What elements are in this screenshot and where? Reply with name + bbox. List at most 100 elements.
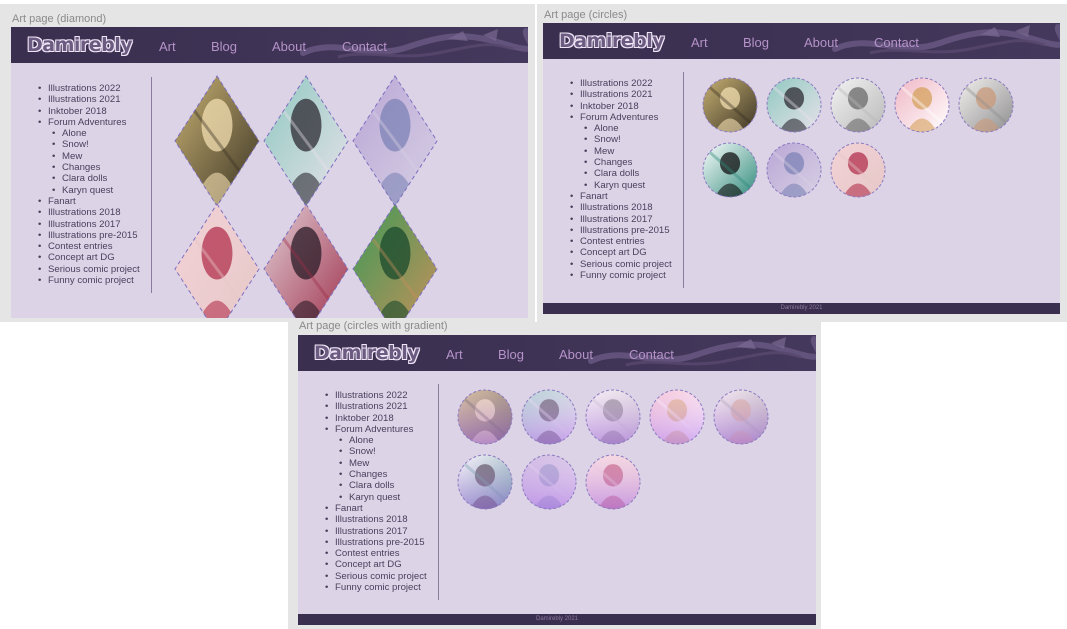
sidebar-item[interactable]: Illustrations 2018 (38, 207, 140, 219)
gallery-thumbnail-bunny-girl-teal[interactable] (521, 389, 577, 445)
gallery-thumbnail-abstract-gold[interactable] (702, 77, 758, 133)
sidebar-item-label[interactable]: Fanart (335, 503, 363, 514)
sidebar-subitem[interactable]: Clara dolls (52, 173, 140, 185)
sidebar-item-label[interactable]: Funny comic project (580, 270, 666, 281)
sidebar-item-label[interactable]: Forum Adventures (335, 424, 413, 435)
sidebar-item[interactable]: Contest entries (570, 236, 672, 248)
nav-link-about[interactable]: About (272, 39, 306, 54)
sidebar-item-label[interactable]: Serious comic project (335, 571, 427, 582)
sidebar-item[interactable]: Illustrations 2017 (570, 214, 672, 226)
nav-link-blog[interactable]: Blog (498, 347, 524, 362)
sidebar-item[interactable]: Concept art DG (570, 247, 672, 259)
sidebar-subitem-label[interactable]: Snow! (62, 139, 89, 150)
sidebar-item-label[interactable]: Concept art DG (48, 252, 115, 263)
sidebar-item[interactable]: Funny comic project (325, 582, 427, 594)
sidebar-item[interactable]: Illustrations 2018 (570, 202, 672, 214)
sidebar-item[interactable]: Illustrations 2021 (38, 94, 140, 106)
gallery-thumbnail-red-haired-girl[interactable] (174, 203, 260, 318)
sidebar-item-label[interactable]: Illustrations 2018 (335, 514, 408, 525)
gallery-thumbnail-purple-figure[interactable] (766, 142, 822, 198)
nav-link-about[interactable]: About (804, 35, 838, 50)
sidebar-item-label[interactable]: Illustrations 2021 (335, 401, 408, 412)
sidebar-item[interactable]: Illustrations 2018 (325, 514, 427, 526)
sidebar-subitem[interactable]: Alone (339, 435, 427, 447)
gallery-thumbnail-bunny-girl-teal[interactable] (766, 77, 822, 133)
gallery-thumbnail-dark-creatures[interactable] (702, 142, 758, 198)
sidebar-item-label[interactable]: Inktober 2018 (48, 106, 107, 117)
sidebar-item-label[interactable]: Contest entries (48, 241, 113, 252)
sidebar-item-label[interactable]: Illustrations 2017 (335, 526, 408, 537)
nav-link-blog[interactable]: Blog (211, 39, 237, 54)
sidebar-item-label[interactable]: Concept art DG (335, 559, 402, 570)
nav-link-contact[interactable]: Contact (629, 347, 674, 362)
sidebar-subitem-label[interactable]: Alone (594, 123, 619, 134)
gallery-thumbnail-green-girl[interactable] (352, 203, 438, 318)
sidebar-subitem[interactable]: Mew (339, 458, 427, 470)
sidebar-item[interactable]: Illustrations pre-2015 (38, 230, 140, 242)
gallery-thumbnail-pink-girl[interactable] (894, 77, 950, 133)
sidebar-item-label[interactable]: Illustrations pre-2015 (48, 230, 138, 241)
sidebar-item-label[interactable]: Illustrations 2022 (580, 78, 653, 89)
sidebar-subitem-label[interactable]: Changes (594, 157, 632, 168)
site-logo[interactable]: Damirebly (559, 30, 665, 52)
gallery-thumbnail-red-haired-girl[interactable] (585, 454, 641, 510)
sidebar-subitem[interactable]: Changes (339, 469, 427, 481)
site-logo[interactable]: Damirebly (27, 34, 133, 56)
sidebar-item[interactable]: Illustrations pre-2015 (570, 225, 672, 237)
sidebar-subitem-label[interactable]: Mew (594, 146, 614, 157)
sidebar-subitem[interactable]: Karyn quest (52, 185, 140, 197)
nav-link-blog[interactable]: Blog (743, 35, 769, 50)
sidebar-subitem-label[interactable]: Clara dolls (594, 168, 639, 179)
sidebar-item-label[interactable]: Illustrations 2017 (48, 219, 121, 230)
sidebar-subitem[interactable]: Snow! (52, 139, 140, 151)
sidebar-item-label[interactable]: Serious comic project (580, 259, 672, 270)
sidebar-subitem-label[interactable]: Alone (62, 128, 87, 139)
sidebar-item[interactable]: Illustrations 2022 (325, 390, 427, 402)
sidebar-item[interactable]: Forum AdventuresAloneSnow!MewChangesClar… (38, 117, 140, 196)
sidebar-item[interactable]: Forum AdventuresAloneSnow!MewChangesClar… (325, 424, 427, 503)
sidebar-subitem[interactable]: Changes (584, 157, 672, 169)
sidebar-item[interactable]: Concept art DG (325, 559, 427, 571)
sidebar-item-label[interactable]: Fanart (580, 191, 608, 202)
sidebar-item-label[interactable]: Illustrations 2018 (48, 207, 121, 218)
gallery-thumbnail-grey-rabbit[interactable] (585, 389, 641, 445)
nav-link-art[interactable]: Art (446, 347, 463, 362)
gallery-thumbnail-pink-girl[interactable] (649, 389, 705, 445)
gallery-thumbnail-dark-creatures[interactable] (457, 454, 513, 510)
gallery-thumbnail-abstract-gold[interactable] (174, 75, 260, 207)
sidebar-item-label[interactable]: Fanart (48, 196, 76, 207)
sidebar-item[interactable]: Serious comic project (38, 264, 140, 276)
sidebar-subitem[interactable]: Mew (584, 146, 672, 158)
sidebar-subitem[interactable]: Mew (52, 151, 140, 163)
sidebar-item-label[interactable]: Illustrations 2017 (580, 214, 653, 225)
sidebar-item-label[interactable]: Illustrations 2021 (48, 94, 121, 105)
sidebar-subitem[interactable]: Karyn quest (584, 180, 672, 192)
sidebar-item[interactable]: Illustrations 2022 (38, 83, 140, 95)
sidebar-item-label[interactable]: Illustrations 2018 (580, 202, 653, 213)
sidebar-item-label[interactable]: Inktober 2018 (335, 413, 394, 424)
sidebar-item[interactable]: Illustrations 2021 (325, 401, 427, 413)
sidebar-item[interactable]: Inktober 2018 (570, 101, 672, 113)
sidebar-item[interactable]: Fanart (38, 196, 140, 208)
sidebar-item[interactable]: Inktober 2018 (38, 106, 140, 118)
sidebar-item-label[interactable]: Inktober 2018 (580, 101, 639, 112)
sidebar-subitem[interactable]: Alone (584, 123, 672, 135)
sidebar-subitem-label[interactable]: Snow! (594, 134, 621, 145)
gallery-thumbnail-red-haired-girl[interactable] (830, 142, 886, 198)
sidebar-subitem-label[interactable]: Mew (62, 151, 82, 162)
sidebar-subitem-label[interactable]: Changes (349, 469, 387, 480)
sidebar-item-label[interactable]: Contest entries (580, 236, 645, 247)
sidebar-subitem[interactable]: Alone (52, 128, 140, 140)
sidebar-item[interactable]: Illustrations 2017 (38, 219, 140, 231)
sidebar-subitem-label[interactable]: Clara dolls (349, 480, 394, 491)
sidebar-subitem-label[interactable]: Karyn quest (594, 180, 645, 191)
site-logo[interactable]: Damirebly (314, 342, 420, 364)
sidebar-item[interactable]: Funny comic project (570, 270, 672, 282)
gallery-thumbnail-bunny-girl-teal[interactable] (263, 75, 349, 207)
sidebar-item[interactable]: Illustrations pre-2015 (325, 537, 427, 549)
sidebar-item-label[interactable]: Contest entries (335, 548, 400, 559)
sidebar-item[interactable]: Forum AdventuresAloneSnow!MewChangesClar… (570, 112, 672, 191)
nav-link-art[interactable]: Art (159, 39, 176, 54)
sidebar-item-label[interactable]: Illustrations 2022 (335, 390, 408, 401)
sidebar-item[interactable]: Illustrations 2021 (570, 89, 672, 101)
